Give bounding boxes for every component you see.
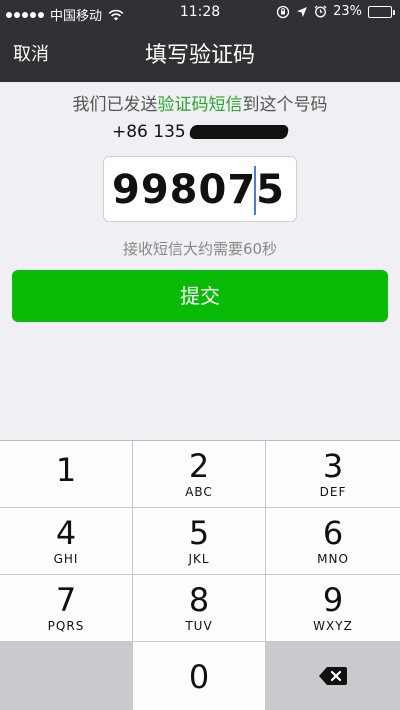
key-digit: 4 [55, 514, 77, 552]
key-letters: JKL [188, 552, 210, 566]
key-8[interactable]: 8 TUV [133, 575, 266, 642]
key-letters: GHI [53, 552, 79, 566]
navigation-bar: 取消 填写验证码 [0, 26, 400, 82]
header: 中国移动 11:28 23% 取消 填写验证码 [0, 0, 400, 82]
desc-suffix: 到这个号码 [242, 95, 328, 115]
key-3[interactable]: 3 DEF [266, 441, 400, 508]
numeric-keypad: 1 2 ABC 3 DEF 4 GHI 5 JKL 6 MNO 7 PQRS 8 [0, 440, 400, 710]
key-digit: 9 [322, 581, 344, 619]
battery-icon [368, 5, 395, 18]
key-digit: 6 [322, 514, 344, 552]
key-digit: 0 [188, 658, 210, 696]
key-letters: MNO [317, 552, 349, 566]
key-letters: PQRS [47, 619, 85, 633]
key-7[interactable]: 7 PQRS [0, 575, 133, 642]
delete-key[interactable] [266, 642, 400, 710]
page-title: 填写验证码 [144, 43, 255, 68]
key-0[interactable]: 0 [133, 642, 266, 710]
key-digit: 2 [188, 447, 210, 485]
phone-number-visible: +86 135 [112, 122, 186, 142]
key-letters: TUV [185, 619, 213, 633]
verification-code-input[interactable]: 998075 [103, 156, 297, 222]
rotation-lock-icon [276, 5, 290, 18]
desc-prefix: 我们已发送 [72, 95, 158, 115]
alarm-clock-icon [314, 5, 327, 18]
key-9[interactable]: 9 WXYZ [266, 575, 400, 642]
key-digit: 8 [188, 581, 210, 619]
key-2[interactable]: 2 ABC [133, 441, 266, 508]
key-1[interactable]: 1 [0, 441, 133, 508]
desc-highlight: 验证码短信 [157, 95, 243, 115]
location-arrow-icon [297, 6, 308, 17]
key-5[interactable]: 5 JKL [133, 508, 266, 575]
key-4[interactable]: 4 GHI [0, 508, 133, 575]
verification-code-value: 998075 [112, 167, 285, 213]
submit-button[interactable]: 提交 [12, 270, 388, 322]
backspace-icon [319, 667, 347, 685]
sms-sent-description: 我们已发送验证码短信到这个号码 [0, 90, 400, 115]
key-6[interactable]: 6 MNO [266, 508, 400, 575]
key-digit: 1 [55, 451, 77, 489]
battery-percent: 23% [333, 4, 362, 19]
key-letters: ABC [185, 485, 213, 499]
key-letters: DEF [319, 485, 347, 499]
key-letters: WXYZ [313, 619, 353, 633]
key-digit: 3 [322, 447, 344, 485]
key-blank [0, 642, 133, 710]
text-cursor [254, 166, 256, 215]
status-bar: 中国移动 11:28 23% [0, 0, 400, 26]
phone-number-redaction [188, 125, 289, 139]
key-digit: 5 [188, 514, 210, 552]
sms-wait-hint: 接收短信大约需要60秒 [122, 240, 278, 258]
phone-number: +86 135 [112, 122, 289, 142]
key-digit: 7 [55, 581, 77, 619]
